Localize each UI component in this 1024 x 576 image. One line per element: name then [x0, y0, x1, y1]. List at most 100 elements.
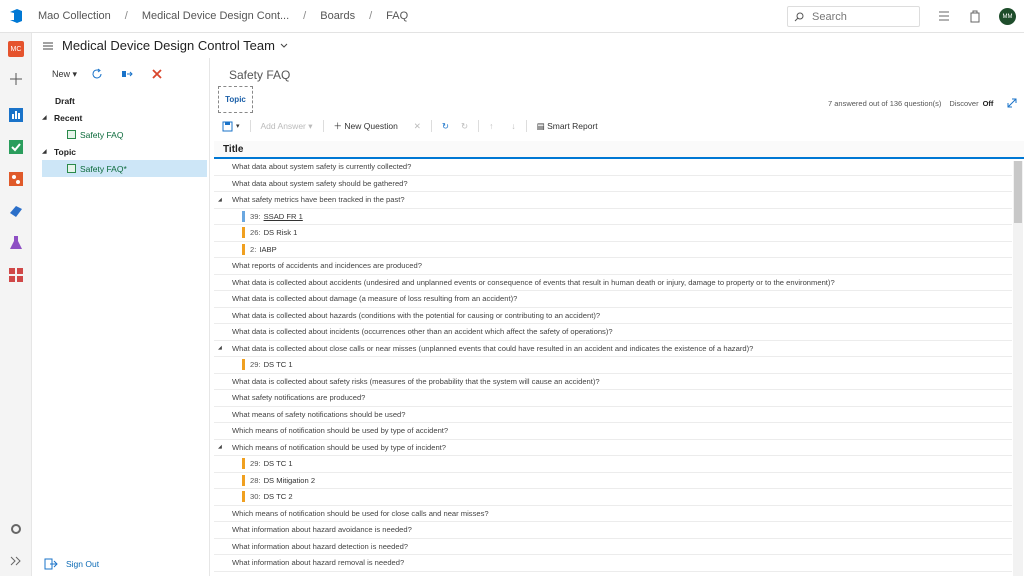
- gear-icon[interactable]: [8, 521, 24, 537]
- question-text: What safety metrics have been tracked in…: [232, 195, 405, 205]
- question-row[interactable]: What information about hazard removal is…: [214, 555, 1012, 572]
- question-row[interactable]: What means of safety notifications shoul…: [214, 407, 1012, 423]
- vertical-scrollbar[interactable]: [1013, 161, 1023, 576]
- overview-icon[interactable]: [8, 107, 24, 123]
- tree-item-recent-safety-faq[interactable]: Safety FAQ: [42, 126, 207, 143]
- question-row[interactable]: ◢ What data is collected about close call…: [214, 341, 1012, 357]
- expand-caret-icon[interactable]: ◢: [214, 345, 228, 351]
- tree-recent-node[interactable]: ◢ Recent: [42, 109, 207, 126]
- list-settings-icon[interactable]: [937, 9, 951, 23]
- work-item-color-bar: [242, 359, 245, 371]
- fullscreen-icon[interactable]: [1007, 98, 1017, 108]
- work-item-title[interactable]: SSAD FR 1: [264, 212, 303, 221]
- answer-row[interactable]: 30: DS TC 2: [214, 489, 1012, 506]
- answered-count: 7 answered out of 136 question(s): [828, 98, 942, 108]
- expand-rail-icon[interactable]: [8, 553, 24, 569]
- question-text: What information about hazard removal is…: [232, 558, 405, 568]
- new-question-button[interactable]: ＋ New Question: [334, 120, 398, 132]
- tree-topic-label: Topic: [54, 146, 77, 157]
- test-plans-icon[interactable]: [8, 235, 24, 251]
- discover-label: Discover: [949, 98, 979, 108]
- answer-row[interactable]: 26: DS Risk 1: [214, 225, 1012, 242]
- new-label: New: [52, 68, 71, 79]
- question-row[interactable]: What data is collected about incidents (…: [214, 324, 1012, 341]
- question-row[interactable]: What data is collected about safety risk…: [214, 374, 1012, 390]
- expand-caret-icon[interactable]: ◢: [214, 197, 228, 203]
- tree-item-label: Safety FAQ: [80, 129, 124, 140]
- move-up-icon[interactable]: ↑: [489, 121, 493, 131]
- scrollbar-thumb[interactable]: [1014, 161, 1022, 223]
- work-item-title[interactable]: DS TC 1: [264, 459, 293, 468]
- question-row[interactable]: What data about system safety should be …: [214, 176, 1012, 192]
- question-row[interactable]: What information about hazard detection …: [214, 539, 1012, 555]
- shopping-bag-icon[interactable]: [968, 9, 982, 23]
- answer-row[interactable]: 29: DS TC 1: [214, 357, 1012, 374]
- redo-icon[interactable]: ↻: [461, 121, 468, 132]
- boards-icon[interactable]: [8, 139, 24, 155]
- expand-caret-icon[interactable]: ◢: [214, 444, 228, 450]
- refresh-icon[interactable]: [91, 68, 103, 80]
- save-icon[interactable]: [222, 121, 233, 132]
- avatar[interactable]: MM: [999, 8, 1016, 25]
- work-item-title[interactable]: DS TC 1: [264, 360, 293, 369]
- question-row[interactable]: What safety notifications are produced?: [214, 390, 1012, 407]
- work-item-color-bar: [242, 474, 245, 486]
- new-button[interactable]: New ▾: [52, 69, 77, 80]
- column-header-title[interactable]: Title: [214, 141, 1024, 159]
- work-item-title[interactable]: DS Risk 1: [264, 228, 298, 237]
- breadcrumb-collection[interactable]: Mao Collection: [38, 10, 111, 22]
- tab-topic[interactable]: Topic: [218, 86, 253, 113]
- topic-tree: Draft ◢ Recent Safety FAQ ◢ Topic Safety F…: [42, 92, 207, 177]
- answer-row[interactable]: 29: DS TC 1: [214, 456, 1012, 473]
- search-icon: [794, 12, 804, 21]
- move-icon[interactable]: [121, 68, 133, 80]
- question-row[interactable]: ◢ Which means of notification should be u…: [214, 440, 1012, 456]
- repos-icon[interactable]: [8, 171, 24, 187]
- left-pane: New ▾ Draft ◢ Recent Safety FAQ ◢ Topic Sa…: [32, 58, 210, 576]
- team-selector[interactable]: Medical Device Design Control Team: [32, 33, 1024, 58]
- search-placeholder: Search: [812, 10, 847, 23]
- answer-row[interactable]: 2: IABP: [214, 242, 1012, 258]
- tree-topic-node[interactable]: ◢ Topic: [42, 143, 207, 160]
- breadcrumb-faq[interactable]: FAQ: [386, 10, 408, 22]
- tree-draft[interactable]: Draft: [42, 92, 207, 109]
- save-dropdown-icon[interactable]: ▾: [236, 122, 240, 130]
- question-row[interactable]: What data is collected about accidents (…: [214, 275, 1012, 291]
- question-text: What data is collected about hazards (co…: [232, 310, 601, 320]
- question-row[interactable]: What reports of accidents and incidences…: [214, 258, 1012, 275]
- tree-item-topic-safety-faq[interactable]: Safety FAQ*: [42, 160, 207, 177]
- project-badge[interactable]: MC: [8, 41, 24, 57]
- question-row[interactable]: ◢ What safety metrics have been tracked i…: [214, 192, 1012, 209]
- search-input[interactable]: Search: [787, 6, 920, 27]
- question-row[interactable]: What data about system safety is current…: [214, 159, 1012, 176]
- delete-icon[interactable]: [151, 68, 163, 80]
- work-item-id: 29:: [250, 360, 261, 370]
- close-icon[interactable]: ✕: [414, 121, 421, 132]
- add-answer-button[interactable]: Add Answer ▾: [261, 121, 313, 132]
- question-row[interactable]: What information about hazard avoidance …: [214, 522, 1012, 539]
- work-item-title[interactable]: IABP: [259, 245, 276, 254]
- question-text: What information about hazard avoidance …: [232, 525, 412, 535]
- caret-down-icon: ◢: [42, 149, 47, 155]
- discover-toggle[interactable]: Off: [983, 99, 994, 108]
- question-row[interactable]: What data is collected about damage (a m…: [214, 291, 1012, 308]
- question-row[interactable]: Which means of notification should be us…: [214, 423, 1012, 440]
- answer-row[interactable]: 28: DS Mitigation 2: [214, 473, 1012, 489]
- work-item-color-bar: [242, 243, 245, 255]
- plus-icon[interactable]: [8, 71, 24, 87]
- refresh-icon[interactable]: ↻: [442, 121, 449, 132]
- work-item-title[interactable]: DS Mitigation 2: [264, 476, 316, 485]
- sign-out-link[interactable]: Sign Out: [44, 558, 99, 570]
- breadcrumb-boards[interactable]: Boards: [320, 10, 355, 22]
- question-row[interactable]: Which means of notification should be us…: [214, 506, 1012, 522]
- artifacts-icon[interactable]: [8, 267, 24, 283]
- azure-devops-logo-icon[interactable]: [0, 0, 32, 33]
- page-title: Safety FAQ: [229, 68, 291, 82]
- answer-row[interactable]: 39: SSAD FR 1: [214, 209, 1012, 225]
- smart-report-button[interactable]: ▤ Smart Report: [537, 121, 598, 132]
- question-row[interactable]: What data is collected about hazards (co…: [214, 308, 1012, 324]
- move-down-icon[interactable]: ↓: [511, 121, 515, 131]
- work-item-title[interactable]: DS TC 2: [264, 492, 293, 501]
- pipelines-icon[interactable]: [8, 203, 24, 219]
- breadcrumb-project[interactable]: Medical Device Design Cont...: [142, 10, 289, 22]
